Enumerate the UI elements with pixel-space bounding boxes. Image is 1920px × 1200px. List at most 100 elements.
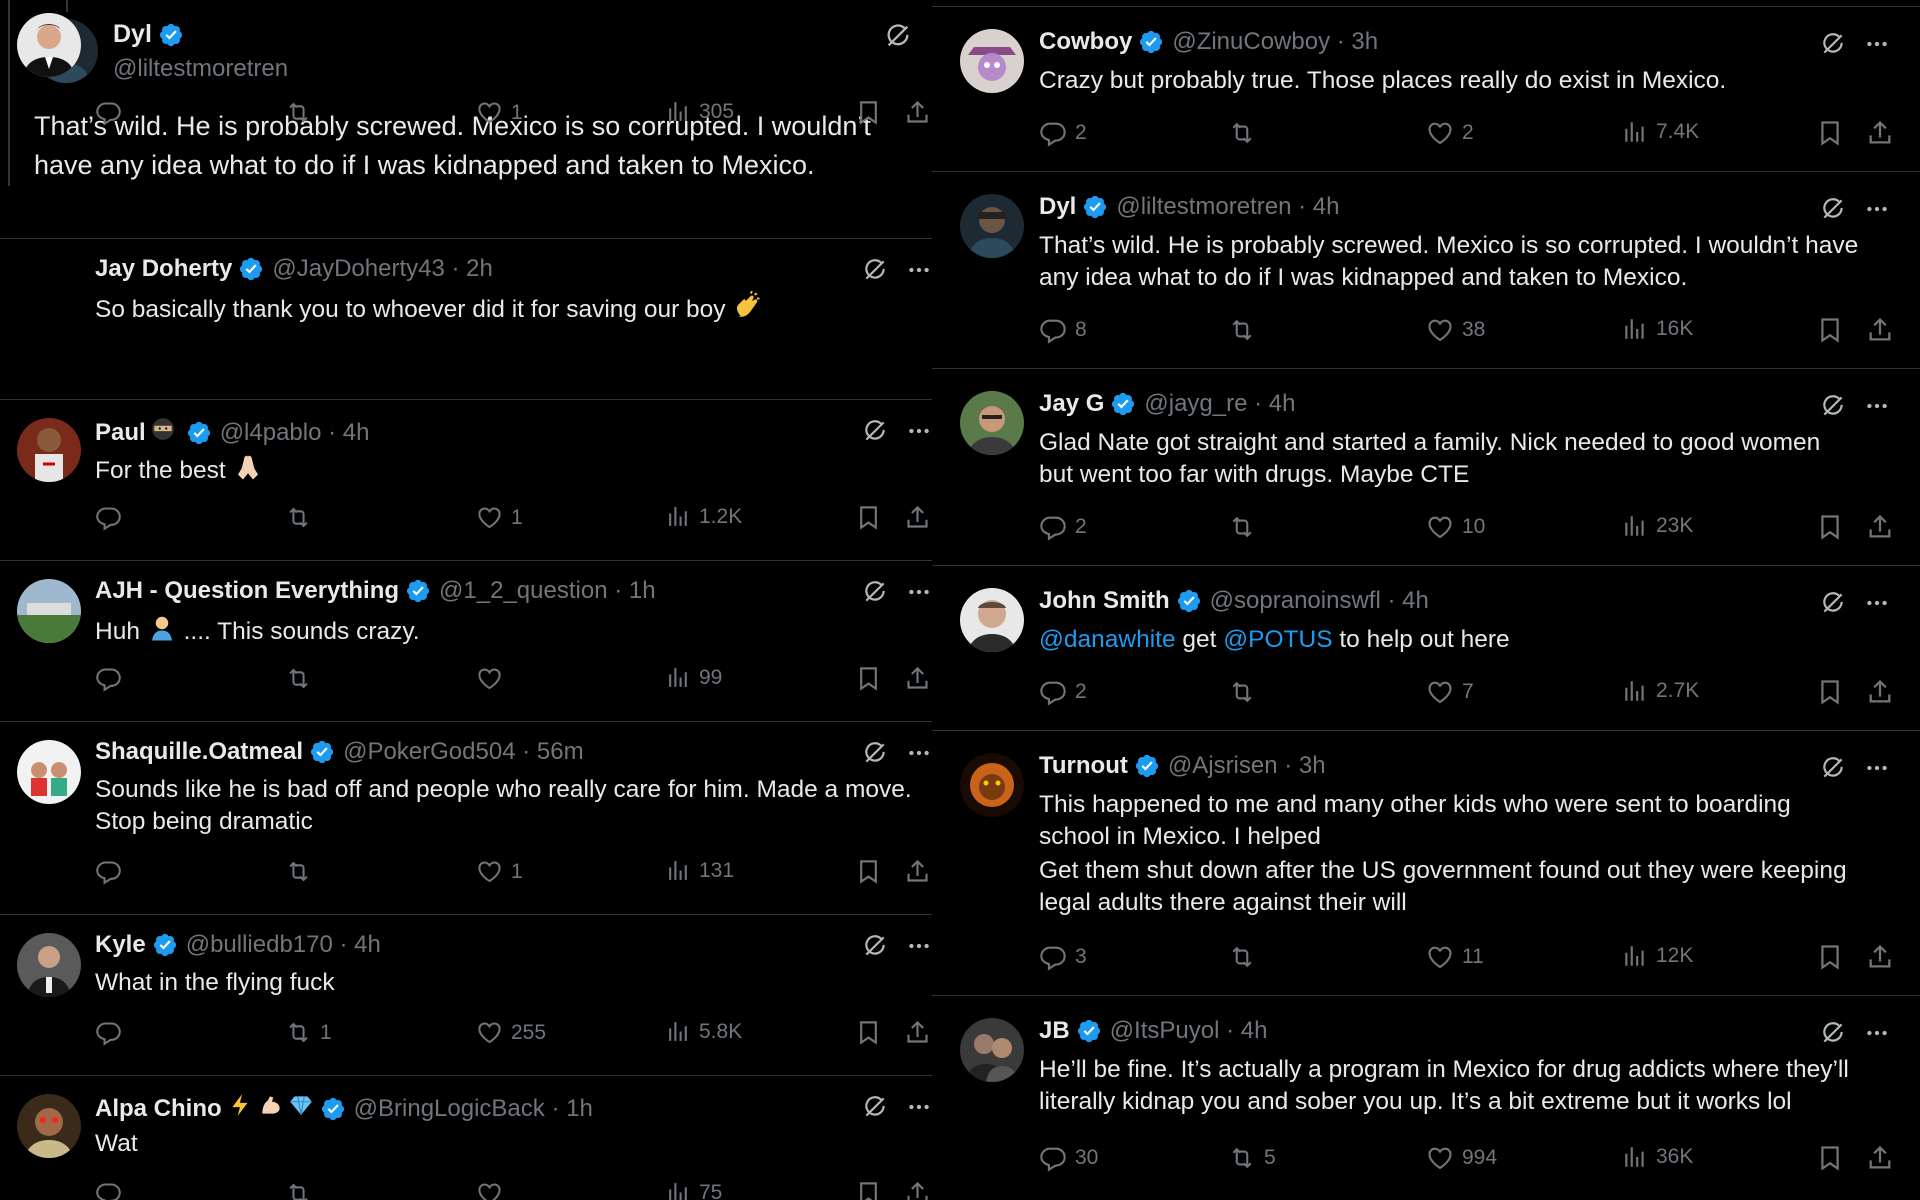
reply-button[interactable]: 2 bbox=[1039, 513, 1087, 541]
author-name[interactable]: Kyle bbox=[95, 931, 146, 959]
like-button[interactable] bbox=[476, 1180, 511, 1200]
reply-tweet[interactable]: Dyl @liltestmoretren · 4h That’s wild. H… bbox=[932, 172, 1920, 369]
reply-tweet[interactable]: Jay Doherty @JayDoherty43 · 2h So basica… bbox=[0, 13, 946, 400]
like-button[interactable]: 7 bbox=[1426, 678, 1474, 706]
views-button[interactable]: 23K bbox=[1622, 513, 1693, 539]
author-name[interactable]: Dyl bbox=[113, 20, 152, 49]
author-handle[interactable]: @liltestmoretren bbox=[113, 55, 288, 83]
like-button[interactable]: 38 bbox=[1426, 316, 1485, 344]
bookmark-button[interactable] bbox=[1816, 119, 1844, 147]
like-button[interactable]: 1 bbox=[476, 99, 523, 126]
grok-icon[interactable] bbox=[1820, 393, 1846, 419]
like-button[interactable]: 1 bbox=[476, 858, 523, 885]
views-button[interactable]: 7.4K bbox=[1622, 119, 1699, 145]
repost-button[interactable] bbox=[1228, 513, 1264, 541]
share-button[interactable] bbox=[904, 1019, 931, 1046]
bookmark-button[interactable] bbox=[1816, 1144, 1844, 1172]
bookmark-button[interactable] bbox=[1816, 678, 1844, 706]
repost-button[interactable] bbox=[1228, 678, 1264, 706]
share-button[interactable] bbox=[1866, 316, 1894, 344]
share-button[interactable] bbox=[904, 665, 931, 692]
reply-tweet[interactable]: Cowboy @ZinuCowboy · 3h Crazy but probab… bbox=[932, 7, 1920, 172]
reply-button[interactable] bbox=[95, 99, 130, 126]
bookmark-button[interactable] bbox=[855, 99, 882, 126]
grok-icon[interactable] bbox=[862, 257, 888, 283]
repost-button[interactable] bbox=[285, 665, 320, 692]
repost-button[interactable] bbox=[285, 99, 320, 126]
reply-tweet[interactable]: JB @ItsPuyol · 4h He’ll be fine. It’s ac… bbox=[932, 996, 1920, 1196]
grok-icon[interactable] bbox=[1820, 196, 1846, 222]
views-button[interactable]: 1.2K bbox=[666, 504, 742, 529]
avatar[interactable] bbox=[960, 391, 1024, 455]
more-options-icon[interactable] bbox=[906, 257, 932, 283]
author-name[interactable]: Shaquille.Oatmeal bbox=[95, 738, 303, 766]
author-name[interactable]: Jay G bbox=[1039, 390, 1104, 418]
repost-button[interactable] bbox=[285, 504, 320, 531]
like-button[interactable] bbox=[476, 665, 511, 692]
author-handle-time[interactable]: @l4pablo · 4h bbox=[220, 419, 370, 447]
reply-button[interactable]: 2 bbox=[1039, 119, 1087, 147]
author-name-row[interactable]: Dyl bbox=[113, 20, 184, 49]
share-button[interactable] bbox=[1866, 943, 1894, 971]
author-handle-time[interactable]: @BringLogicBack · 1h bbox=[354, 1095, 593, 1123]
avatar[interactable] bbox=[17, 579, 81, 643]
grok-icon[interactable] bbox=[862, 1094, 888, 1120]
reply-tweet[interactable]: AJH - Question Everything @1_2_question … bbox=[0, 561, 946, 722]
bookmark-button[interactable] bbox=[855, 665, 882, 692]
like-button[interactable]: 1 bbox=[476, 504, 523, 531]
bookmark-button[interactable] bbox=[1816, 316, 1844, 344]
share-button[interactable] bbox=[904, 99, 931, 126]
repost-button[interactable] bbox=[1228, 316, 1264, 344]
reply-button[interactable]: 8 bbox=[1039, 316, 1087, 344]
reply-button[interactable] bbox=[95, 1180, 130, 1200]
author-handle-time[interactable]: @1_2_question · 1h bbox=[439, 577, 656, 605]
avatar[interactable] bbox=[17, 13, 81, 77]
views-button[interactable]: 75 bbox=[666, 1180, 722, 1200]
views-button[interactable]: 99 bbox=[666, 665, 722, 690]
share-button[interactable] bbox=[1866, 513, 1894, 541]
share-button[interactable] bbox=[904, 504, 931, 531]
share-button[interactable] bbox=[904, 1180, 931, 1200]
avatar[interactable] bbox=[17, 933, 81, 997]
mention-link[interactable]: @POTUS bbox=[1223, 626, 1332, 653]
more-options-icon[interactable] bbox=[1864, 196, 1890, 222]
author-name[interactable]: Turnout bbox=[1039, 752, 1128, 780]
bookmark-button[interactable] bbox=[855, 1019, 882, 1046]
share-button[interactable] bbox=[1866, 678, 1894, 706]
author-handle-time[interactable]: @JayDoherty43 · 2h bbox=[272, 255, 492, 283]
more-options-icon[interactable] bbox=[1864, 31, 1890, 57]
like-button[interactable]: 11 bbox=[1426, 943, 1484, 971]
author-handle-time[interactable]: @jayg_re · 4h bbox=[1144, 390, 1295, 418]
views-button[interactable]: 12K bbox=[1622, 943, 1693, 969]
author-name[interactable]: JB bbox=[1039, 1017, 1070, 1045]
reply-tweet[interactable]: Jay G @jayg_re · 4h Glad Nate got straig… bbox=[932, 369, 1920, 566]
repost-button[interactable]: 1 bbox=[285, 1019, 332, 1046]
reply-tweet[interactable]: Paul @l4pablo · 4h For the best 1 1.2K bbox=[0, 400, 946, 561]
bookmark-button[interactable] bbox=[855, 858, 882, 885]
like-button[interactable]: 10 bbox=[1426, 513, 1485, 541]
grok-icon[interactable] bbox=[1820, 590, 1846, 616]
author-name[interactable]: Cowboy bbox=[1039, 28, 1132, 56]
author-handle-time[interactable]: @bulliedb170 · 4h bbox=[186, 931, 381, 959]
more-options-icon[interactable] bbox=[1864, 393, 1890, 419]
repost-button[interactable] bbox=[1228, 943, 1264, 971]
author-handle-time[interactable]: @PokerGod504 · 56m bbox=[343, 738, 583, 766]
grok-icon[interactable] bbox=[862, 933, 888, 959]
grok-icon[interactable] bbox=[1820, 755, 1846, 781]
reply-tweet[interactable]: Turnout @Ajsrisen · 3h This happened to … bbox=[932, 731, 1920, 996]
views-button[interactable]: 305 bbox=[666, 99, 734, 124]
grok-icon[interactable] bbox=[862, 579, 888, 605]
reply-tweet[interactable]: John Smith @sopranoinswfl · 4h @danawhit… bbox=[932, 566, 1920, 731]
like-button[interactable]: 994 bbox=[1426, 1144, 1497, 1172]
reply-button[interactable] bbox=[95, 504, 130, 531]
views-button[interactable]: 36K bbox=[1622, 1144, 1693, 1170]
reply-button[interactable]: 30 bbox=[1039, 1144, 1098, 1172]
like-button[interactable]: 2 bbox=[1426, 119, 1474, 147]
author-name[interactable]: Paul bbox=[95, 419, 146, 447]
views-button[interactable]: 16K bbox=[1622, 316, 1693, 342]
grok-icon[interactable] bbox=[862, 418, 888, 444]
avatar[interactable] bbox=[17, 1094, 81, 1158]
reply-tweet[interactable]: Kyle @bulliedb170 · 4h What in the flyin… bbox=[0, 915, 946, 1076]
more-options-icon[interactable] bbox=[906, 579, 932, 605]
bookmark-button[interactable] bbox=[1816, 513, 1844, 541]
